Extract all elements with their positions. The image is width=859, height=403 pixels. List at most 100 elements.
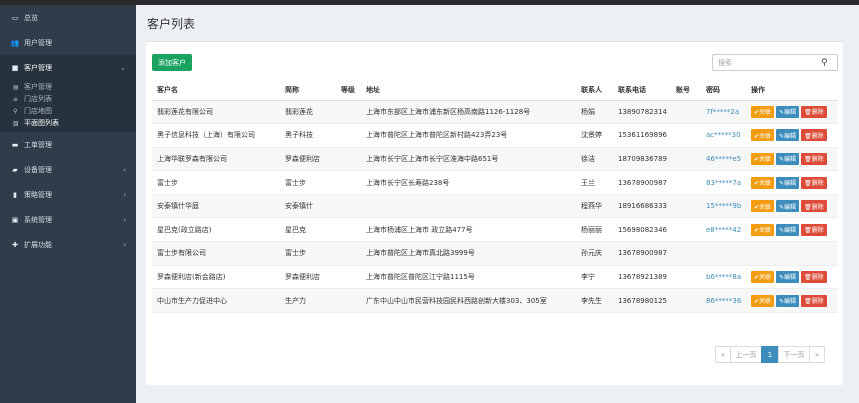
follow-button[interactable]: ✔关联: [751, 270, 775, 283]
contact-cell: 孙元庆: [576, 241, 613, 266]
search-icon[interactable]: ⚲: [821, 58, 828, 68]
level-cell: [336, 194, 361, 219]
sidebar-subitem-store-list[interactable]: ≡ 门店列表: [0, 93, 136, 105]
delete-button[interactable]: 🗑删除: [801, 176, 827, 189]
next-page-button[interactable]: 下一页: [778, 346, 810, 363]
password-cell: 15*****9b: [701, 194, 746, 219]
level-cell: [336, 265, 361, 290]
delete-button[interactable]: 🗑删除: [801, 152, 827, 165]
delete-button[interactable]: 🗑删除: [801, 200, 827, 213]
account-cell: [671, 288, 701, 313]
edit-button[interactable]: ✎编辑: [776, 294, 800, 307]
password-cell: e8*****42: [701, 217, 746, 243]
column-header[interactable]: 等级: [336, 80, 361, 101]
sidebar-item-overview[interactable]: ▭ 总览: [0, 5, 136, 30]
sidebar-item-tickets[interactable]: ▬ 工单管理: [0, 132, 136, 157]
table-row: 富士步有限公司 富士步 上海市普陀区上海市真北路3999号 孙元庆 1367890098…: [152, 241, 838, 266]
column-header[interactable]: 联系人: [576, 80, 613, 101]
table-row: 黑子信息科技（上海）有限公司 黑子科技 上海市普陀区上海市普陀区新村路423弄23号…: [152, 123, 838, 148]
edit-button[interactable]: ✎编辑: [776, 105, 800, 118]
follow-button[interactable]: ✔关联: [751, 294, 775, 307]
sidebar-subitem-store-map[interactable]: ⚲ 门店地图: [0, 105, 136, 117]
prev-page-button[interactable]: 上一页: [730, 346, 762, 363]
ticket-icon: ▬: [11, 140, 19, 149]
chevron-left-icon: ‹: [123, 240, 126, 249]
sidebar-item-label: 系统管理: [24, 215, 52, 224]
customer-name-cell: 黑子信息科技（上海）有限公司: [152, 123, 280, 148]
add-customer-button[interactable]: 添加客户: [152, 54, 192, 71]
follow-button[interactable]: ✔关联: [751, 200, 775, 213]
edit-button[interactable]: ✎编辑: [776, 270, 800, 283]
follow-button[interactable]: ✔关联: [751, 129, 775, 142]
column-header[interactable]: 账号: [671, 80, 701, 101]
column-header[interactable]: 客户名: [152, 80, 280, 101]
map-pin-icon: ⚲: [13, 107, 18, 115]
search-input[interactable]: [713, 55, 821, 70]
short-name-cell: 富士步: [280, 170, 336, 195]
account-cell: [671, 194, 701, 219]
contact-cell: 李先生: [576, 288, 613, 313]
column-header: 操作: [746, 80, 838, 101]
phone-cell: 18709836789: [613, 147, 671, 172]
address-cell: 上海市杨浦区上海市 政立路477号: [361, 217, 576, 243]
pagination: « 上一页 1 下一页 »: [715, 346, 825, 363]
address-cell: [361, 194, 576, 219]
phone-cell: 15698082346: [613, 217, 671, 243]
edit-button[interactable]: ✎编辑: [776, 129, 800, 142]
table-row: 安泰镇什华庭 安泰镇什 程燕华 18916686333 15*****9b ✔关联 ✎编辑 🗑…: [152, 194, 838, 219]
sidebar-item-extensions[interactable]: ✚ 扩展功能 ‹: [0, 232, 136, 257]
first-page-button[interactable]: «: [715, 346, 731, 363]
edit-button[interactable]: ✎编辑: [776, 223, 800, 236]
sidebar: ▭ 总览 👥 用户管理 ■ 客户管理 ⌄ ▤ 客户管理 ≡ 门店列表 ⚲ 门店地…: [0, 5, 136, 403]
customer-name-cell: 安泰镇什华庭: [152, 194, 280, 219]
delete-button[interactable]: 🗑删除: [801, 105, 827, 118]
delete-button[interactable]: 🗑删除: [801, 223, 827, 236]
follow-button[interactable]: ✔关联: [751, 152, 775, 165]
password-cell: [701, 241, 746, 266]
follow-button[interactable]: ✔关联: [751, 105, 775, 118]
password-cell: 83*****7a: [701, 170, 746, 195]
column-header[interactable]: 联系电话: [613, 80, 671, 101]
edit-button[interactable]: ✎编辑: [776, 176, 800, 189]
level-cell: [336, 100, 361, 125]
sidebar-item-strategy[interactable]: ▮ 策略管理 ‹: [0, 182, 136, 207]
password-cell: 7f*****2a: [701, 100, 746, 125]
sidebar-item-system[interactable]: ▣ 系统管理 ‹: [0, 207, 136, 232]
account-cell: [671, 241, 701, 266]
page-title: 客户列表: [147, 17, 196, 31]
column-header[interactable]: 密码: [701, 80, 746, 101]
column-header[interactable]: 地址: [361, 80, 576, 101]
sidebar-item-label: 策略管理: [24, 190, 52, 199]
sidebar-subitem-customer-manage[interactable]: ▤ 客户管理: [0, 81, 136, 93]
actions-cell: [746, 241, 838, 266]
follow-button[interactable]: ✔关联: [751, 223, 775, 236]
account-cell: [671, 217, 701, 243]
delete-button[interactable]: 🗑删除: [801, 294, 827, 307]
last-page-button[interactable]: »: [809, 346, 825, 363]
table-row: 中山市生产力促进中心 生产力 广东中山中山市民营科技园民科西路创新大楼303、305…: [152, 288, 838, 313]
column-header[interactable]: 简称: [280, 80, 336, 101]
customer-list-panel: 添加客户 ⚲ 客户名 简称 等级 地址 联系人 联系电话 账号 密码: [146, 41, 843, 385]
dashboard-icon: ▭: [11, 13, 19, 22]
chevron-left-icon: ‹: [123, 215, 126, 224]
sidebar-item-customers[interactable]: ■ 客户管理 ⌄: [0, 55, 136, 80]
edit-button[interactable]: ✎编辑: [776, 200, 800, 213]
actions-cell: ✔关联 ✎编辑 🗑删除: [746, 217, 838, 243]
short-name-cell: 星巴克: [280, 217, 336, 243]
briefcase-icon: ■: [11, 63, 19, 72]
contact-cell: 杨丽丽: [576, 217, 613, 243]
table-row: 上海华联罗森有限公司 罗森便利店 上海市长宁区上海市长宁区淮海中路651号 徐洁 187…: [152, 147, 838, 172]
delete-button[interactable]: 🗑删除: [801, 129, 827, 142]
customer-name-cell: 上海华联罗森有限公司: [152, 147, 280, 172]
actions-cell: ✔关联 ✎编辑 🗑删除: [746, 194, 838, 219]
sidebar-item-label: 总览: [24, 13, 38, 22]
edit-button[interactable]: ✎编辑: [776, 152, 800, 165]
sidebar-subitem-floorplan-list[interactable]: ▨ 平面图列表: [0, 117, 136, 129]
sidebar-item-devices[interactable]: ▰ 设备管理 ‹: [0, 157, 136, 182]
delete-button[interactable]: 🗑删除: [801, 270, 827, 283]
follow-button[interactable]: ✔关联: [751, 176, 775, 189]
account-cell: [671, 265, 701, 290]
account-cell: [671, 100, 701, 125]
page-number-button[interactable]: 1: [761, 346, 779, 363]
sidebar-item-users[interactable]: 👥 用户管理: [0, 30, 136, 55]
